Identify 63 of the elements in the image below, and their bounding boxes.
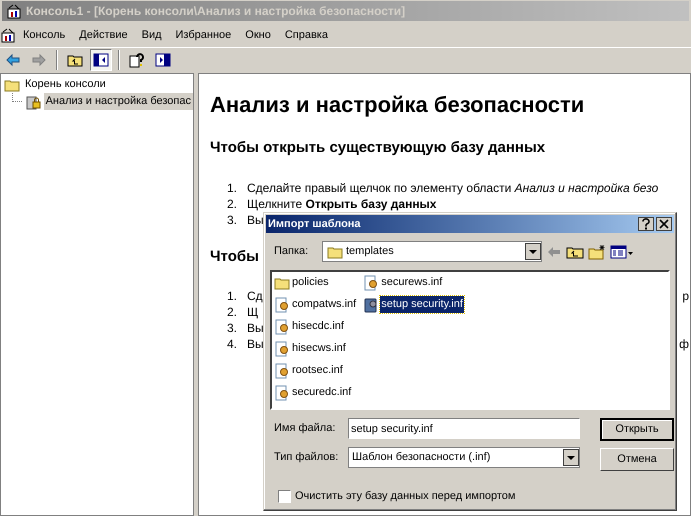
checkbox-label: Очистить эту базу данных перед импортом (295, 489, 516, 504)
folder-icon (4, 78, 20, 92)
step-text: Сделайте правый щелчок по элементу области Анализ и настройка безо (247, 180, 658, 196)
step-number: 2. (227, 304, 238, 321)
field-label: Имя файла: (274, 421, 336, 436)
document-gear-icon (274, 384, 290, 400)
document-gear-icon (274, 362, 290, 378)
list-view-icon[interactable] (610, 244, 634, 260)
file-item[interactable]: setup security.inf (380, 296, 464, 313)
filetype-dropdown[interactable]: Шаблон безопасности (.inf) (348, 447, 580, 468)
step-number: 4. (227, 336, 238, 353)
folder-dropdown[interactable]: templates (322, 241, 542, 262)
dialog-title: Импорт шаблона (268, 216, 361, 232)
menu-item[interactable]: Вид (134, 26, 169, 44)
menu-item[interactable]: Действие (72, 26, 135, 44)
file-item[interactable]: securedc.inf (291, 384, 352, 401)
console-app-icon (0, 27, 16, 43)
dialog-button[interactable]: Отмена (600, 448, 674, 471)
folder-icon (327, 244, 343, 258)
text-fragment: ф (679, 336, 690, 353)
document-gear-icon (363, 274, 380, 290)
checkbox[interactable] (278, 490, 291, 503)
step-text: Сд (247, 288, 263, 305)
tree-item[interactable]: Анализ и настройка безопас (44, 93, 193, 110)
tree-item[interactable]: Корень консоли (23, 76, 108, 93)
document-gear-icon (274, 296, 290, 312)
dialog-button[interactable]: Открыть (600, 418, 674, 441)
menu-item[interactable]: Избранное (168, 26, 238, 44)
database-icon (363, 296, 380, 312)
text-fragment: р (682, 288, 690, 305)
step-number: 3. (227, 320, 238, 337)
menu-item[interactable]: Окно (238, 26, 278, 44)
step-text: Щ (247, 304, 258, 321)
page-heading: Анализ и настройка безопасности (210, 91, 586, 119)
close-icon[interactable] (656, 217, 672, 231)
document-gear-icon (274, 318, 290, 334)
field-label: Тип файлов: (274, 450, 340, 466)
new-folder-icon[interactable] (588, 244, 606, 260)
filename-input[interactable]: setup security.inf (348, 418, 580, 439)
step-number: 3. (227, 212, 238, 228)
file-item[interactable]: compatws.inf (291, 296, 358, 313)
file-item[interactable]: securews.inf (380, 274, 444, 291)
lock-icon (24, 94, 41, 110)
step-number: 1. (227, 180, 238, 196)
file-item[interactable]: policies (291, 274, 330, 291)
step-number: 1. (227, 288, 238, 305)
file-item[interactable]: hisecws.inf (291, 340, 347, 357)
step-text: Вы (247, 336, 264, 353)
menu-item[interactable]: Консоль (16, 26, 72, 44)
section-heading: Чтобы открыть существующую базу данных (210, 138, 546, 158)
console-app-icon (6, 3, 22, 19)
menu-item[interactable]: Справка (278, 26, 335, 44)
document-gear-icon (274, 340, 290, 356)
section-heading: Чтобы (210, 246, 259, 266)
help-button-icon[interactable] (638, 217, 654, 231)
folder-icon (274, 276, 290, 290)
step-text: Вы (247, 320, 264, 337)
step-text: Вы (247, 212, 264, 228)
step-number: 2. (227, 196, 238, 212)
step-text: Щелкните Открыть базу данных (247, 196, 436, 212)
file-item[interactable]: hisecdc.inf (291, 318, 345, 335)
field-label: Папка: (274, 244, 310, 260)
file-item[interactable]: rootsec.inf (291, 362, 344, 379)
